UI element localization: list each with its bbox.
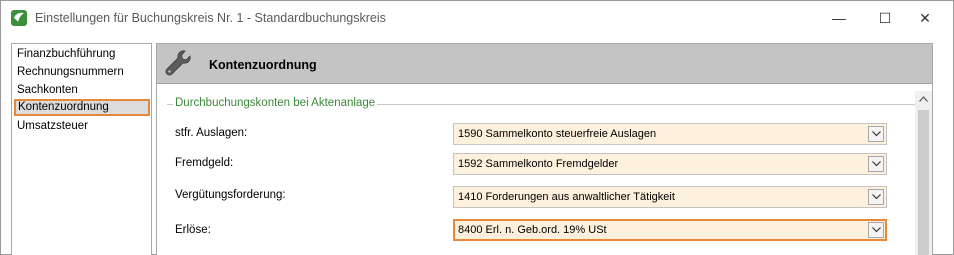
erloese-combobox[interactable]: 8400 Erl. n. Geb.ord. 19% USt — [453, 219, 887, 241]
scroll-up-button[interactable] — [915, 91, 932, 108]
sidebar-item-finanzbuchfuehrung[interactable]: Finanzbuchführung — [15, 46, 149, 63]
dropdown-button[interactable] — [868, 156, 884, 172]
chevron-down-icon — [872, 161, 881, 167]
app-logo-icon — [10, 9, 28, 27]
label-stfr-auslagen: stfr. Auslagen: — [175, 127, 248, 139]
dropdown-button[interactable] — [868, 126, 884, 142]
settings-nav-list[interactable]: Finanzbuchführung Rechnungsnummern Sachk… — [11, 43, 152, 255]
label-verguetungsforderung: Vergütungsforderung: — [175, 189, 286, 201]
dropdown-button[interactable] — [868, 222, 884, 238]
label-erloese: Erlöse: — [175, 224, 211, 236]
combo-value: 8400 Erl. n. Geb.ord. 19% USt — [458, 224, 607, 236]
label-fremdgeld: Fremdgeld: — [175, 157, 234, 169]
group-divider-left — [167, 104, 173, 105]
combo-value: 1410 Forderungen aus anwaltlicher Tätigk… — [458, 191, 675, 203]
vertical-scrollbar[interactable] — [915, 91, 932, 255]
dropdown-button[interactable] — [868, 189, 884, 205]
combo-value: 1590 Sammelkonto steuerfreie Auslagen — [458, 128, 657, 140]
stfr-auslagen-combobox[interactable]: 1590 Sammelkonto steuerfreie Auslagen — [453, 123, 887, 145]
sidebar-item-rechnungsnummern[interactable]: Rechnungsnummern — [15, 64, 149, 81]
group-divider-right — [377, 104, 927, 105]
sidebar-item-kontenzuordnung[interactable]: Kontenzuordnung — [14, 99, 150, 116]
chevron-down-icon — [872, 194, 881, 200]
combo-value: 1592 Sammelkonto Fremdgelder — [458, 158, 619, 170]
content-panel: Kontenzuordnung Durchbuchungskonten bei … — [156, 43, 933, 255]
verguetungsforderung-combobox[interactable]: 1410 Forderungen aus anwaltlicher Tätigk… — [453, 186, 887, 208]
chevron-up-icon — [919, 96, 928, 102]
fremdgeld-combobox[interactable]: 1592 Sammelkonto Fremdgelder — [453, 153, 887, 175]
scroll-thumb[interactable] — [918, 110, 929, 255]
panel-header: Kontenzuordnung — [157, 44, 932, 84]
window-title: Einstellungen für Buchungskreis Nr. 1 - … — [35, 11, 386, 25]
panel-title: Kontenzuordnung — [209, 58, 317, 72]
close-button[interactable]: ✕ — [905, 6, 945, 30]
minimize-button[interactable]: — — [819, 6, 859, 30]
title-bar[interactable]: Einstellungen für Buchungskreis Nr. 1 - … — [1, 1, 953, 36]
chevron-down-icon — [872, 227, 881, 233]
sidebar-item-umsatzsteuer[interactable]: Umsatzsteuer — [15, 118, 149, 135]
sidebar-item-sachkonten[interactable]: Sachkonten — [15, 82, 149, 99]
chevron-down-icon — [872, 131, 881, 137]
wrench-icon — [163, 48, 193, 78]
settings-window: Einstellungen für Buchungskreis Nr. 1 - … — [0, 0, 954, 255]
group-label: Durchbuchungskonten bei Aktenanlage — [175, 97, 376, 109]
maximize-button[interactable]: ☐ — [865, 6, 905, 30]
